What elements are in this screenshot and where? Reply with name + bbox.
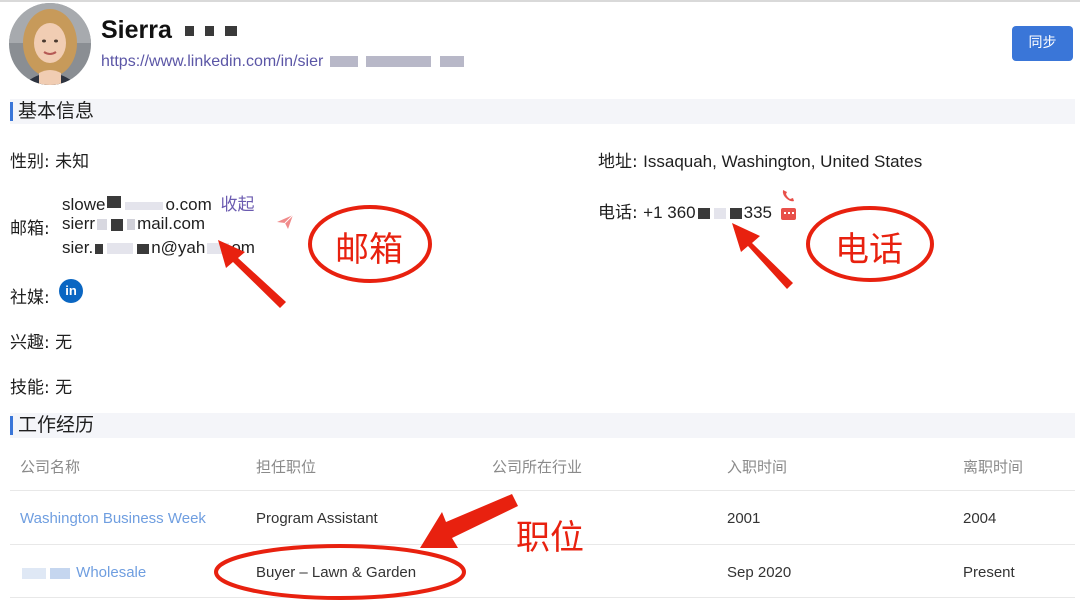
redacted-email (107, 195, 122, 208)
table-row-divider (10, 490, 1075, 491)
phone-label: 电话: (598, 203, 638, 223)
phone-start: +1 360 (643, 203, 696, 222)
redacted-email (95, 243, 104, 254)
redacted-email (127, 219, 136, 231)
redacted-url (329, 56, 358, 68)
section-accent-bar (10, 102, 13, 121)
redacted-company (22, 567, 46, 579)
redacted-email (111, 218, 124, 231)
redacted-surname (224, 26, 237, 37)
social-label: 社媒: (10, 288, 50, 308)
company-link[interactable]: Wholesale (20, 564, 146, 581)
gender-field: 性别: 未知 (10, 147, 89, 172)
column-header-start-date: 入职时间 (727, 458, 788, 476)
company-link[interactable]: Washington Business Week (20, 510, 206, 527)
section-header-basic-info: 基本信息 (10, 99, 1075, 124)
start-date-cell: 2001 (727, 510, 761, 527)
phone-value[interactable]: +1 360 335 (643, 203, 772, 222)
collapse-link[interactable]: 收起 (221, 195, 255, 215)
address-value: Issaquah, Washington, United States (643, 152, 923, 171)
redacted-email (97, 219, 108, 231)
company-name: Wholesale (76, 564, 147, 581)
section-title: 工作经历 (18, 414, 95, 436)
linkedin-icon[interactable]: in (59, 279, 83, 303)
email-2-end: mail.com (137, 214, 206, 233)
phone-annotation-arrow (732, 223, 793, 289)
email-1-start: slowe (62, 195, 106, 214)
address-label: 地址: (598, 152, 638, 172)
email-3-mid: n@yah (151, 238, 206, 257)
skill-value: 无 (55, 378, 73, 398)
redacted-url (439, 56, 464, 68)
skill-label: 技能: (10, 378, 50, 398)
section-title: 基本信息 (18, 100, 95, 122)
skill-field: 技能: 无 (10, 373, 72, 398)
start-date-cell: Sep 2020 (727, 564, 792, 581)
position-cell: Buyer – Lawn & Garden (256, 564, 417, 581)
column-header-industry: 公司所在行业 (492, 458, 583, 476)
interest-label: 兴趣: (10, 333, 50, 353)
position-annotation-arrow (420, 494, 518, 548)
interest-field: 兴趣: 无 (10, 328, 72, 353)
redacted-phone (713, 208, 726, 220)
profile-name: Sierra (101, 16, 239, 45)
redacted-url (366, 56, 432, 68)
address-field: 地址: Issaquah, Washington, United States (598, 147, 922, 172)
linkedin-url[interactable]: https://www.linkedin.com/in/sier (101, 53, 466, 71)
redacted-email (107, 243, 134, 255)
email-entry-2[interactable]: sierr mail.com (62, 214, 205, 234)
redacted-phone (729, 208, 742, 220)
redacted-surname (184, 26, 194, 37)
linkedin-url-text: https://www.linkedin.com/in/sier (101, 53, 324, 70)
sync-button[interactable]: 同步 (1012, 26, 1073, 61)
redacted-email (125, 201, 164, 210)
email-1-end: o.com (165, 195, 212, 214)
email-annotation-label: 邮箱 (335, 230, 403, 270)
profile-name-text: Sierra (101, 16, 172, 44)
position-annotation-label: 职位 (516, 518, 584, 558)
redacted-surname (204, 26, 214, 37)
position-cell: Program Assistant (256, 510, 378, 527)
interest-value: 无 (55, 333, 73, 353)
gender-value: 未知 (55, 152, 90, 172)
section-accent-bar (10, 416, 13, 435)
column-header-position: 担任职位 (256, 458, 317, 476)
email-2-start: sierr (62, 214, 96, 233)
avatar (9, 3, 91, 85)
column-header-company: 公司名称 (20, 458, 81, 476)
section-header-work-history: 工作经历 (10, 413, 1075, 438)
end-date-cell: Present (963, 564, 1015, 581)
phone-end: 335 (743, 203, 772, 222)
phone-annotation-label: 电话 (835, 230, 903, 270)
email-label: 邮箱: (10, 219, 50, 239)
send-email-icon[interactable] (276, 214, 294, 230)
email-3-end: om (231, 238, 255, 257)
gender-label: 性别: (10, 152, 50, 172)
top-divider (0, 0, 1080, 2)
redacted-phone (697, 208, 710, 220)
phone-field: 电话: +1 360 335 (598, 198, 772, 223)
email-entry-3[interactable]: sier. n@yah om (62, 238, 255, 258)
table-row-divider (10, 597, 1075, 598)
email-3-start: sier. (62, 238, 94, 257)
redacted-email (137, 243, 150, 254)
redacted-company (50, 567, 70, 579)
email-entry-1[interactable]: slowe o.com 收起 (62, 190, 255, 215)
redacted-email (207, 243, 230, 255)
call-icon[interactable] (780, 188, 798, 224)
column-header-end-date: 离职时间 (963, 458, 1024, 476)
end-date-cell: 2004 (963, 510, 997, 527)
